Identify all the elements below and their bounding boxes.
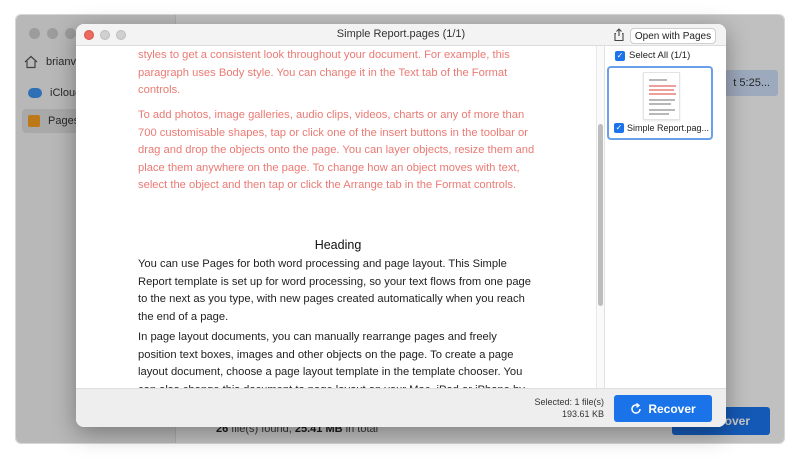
open-with-pages-button[interactable]: Open with Pages — [630, 28, 716, 44]
file-thumbnail-card[interactable]: ✓ Simple Report.pag... — [607, 66, 713, 140]
document-paragraph: In page layout documents, you can manual… — [138, 331, 525, 388]
selection-info: Selected: 1 file(s) 193.61 KB — [534, 396, 604, 420]
selected-count: Selected: 1 file(s) — [534, 397, 604, 407]
dialog-title: Simple Report.pages (1/1) — [336, 28, 466, 40]
dialog-footer: Selected: 1 file(s) 193.61 KB Recover — [76, 388, 726, 427]
document-paragraph: To add photos, image galleries, audio cl… — [138, 109, 535, 191]
preview-dialog: Simple Report.pages (1/1) Open with Page… — [76, 24, 726, 427]
checkbox-checked-icon: ✓ — [615, 50, 625, 61]
document-scrollbar[interactable] — [596, 46, 604, 388]
scrollbar-thumb[interactable] — [598, 124, 603, 306]
document-paragraph: styles to get a consistent look througho… — [138, 49, 510, 96]
document-paragraph: You can use Pages for both word processi… — [138, 258, 531, 323]
recover-button[interactable]: Recover — [614, 395, 712, 422]
checkbox-checked-icon[interactable]: ✓ — [614, 123, 624, 133]
select-all-label: Select All (1/1) — [629, 50, 691, 61]
share-icon[interactable] — [612, 28, 626, 42]
file-list-panel: ✓ Select All (1/1) ✓ Simple Report.pag..… — [604, 46, 726, 388]
document-heading: Heading — [314, 238, 362, 252]
thumbnail-label: ✓ Simple Report.pag... — [614, 123, 710, 133]
select-all-checkbox[interactable]: ✓ Select All (1/1) — [615, 50, 690, 61]
document-thumbnail — [643, 72, 680, 120]
document-preview: styles to get a consistent look througho… — [76, 46, 596, 388]
refresh-icon — [631, 402, 642, 414]
selected-size: 193.61 KB — [561, 409, 604, 419]
dialog-titlebar: Simple Report.pages (1/1) Open with Page… — [76, 24, 726, 46]
